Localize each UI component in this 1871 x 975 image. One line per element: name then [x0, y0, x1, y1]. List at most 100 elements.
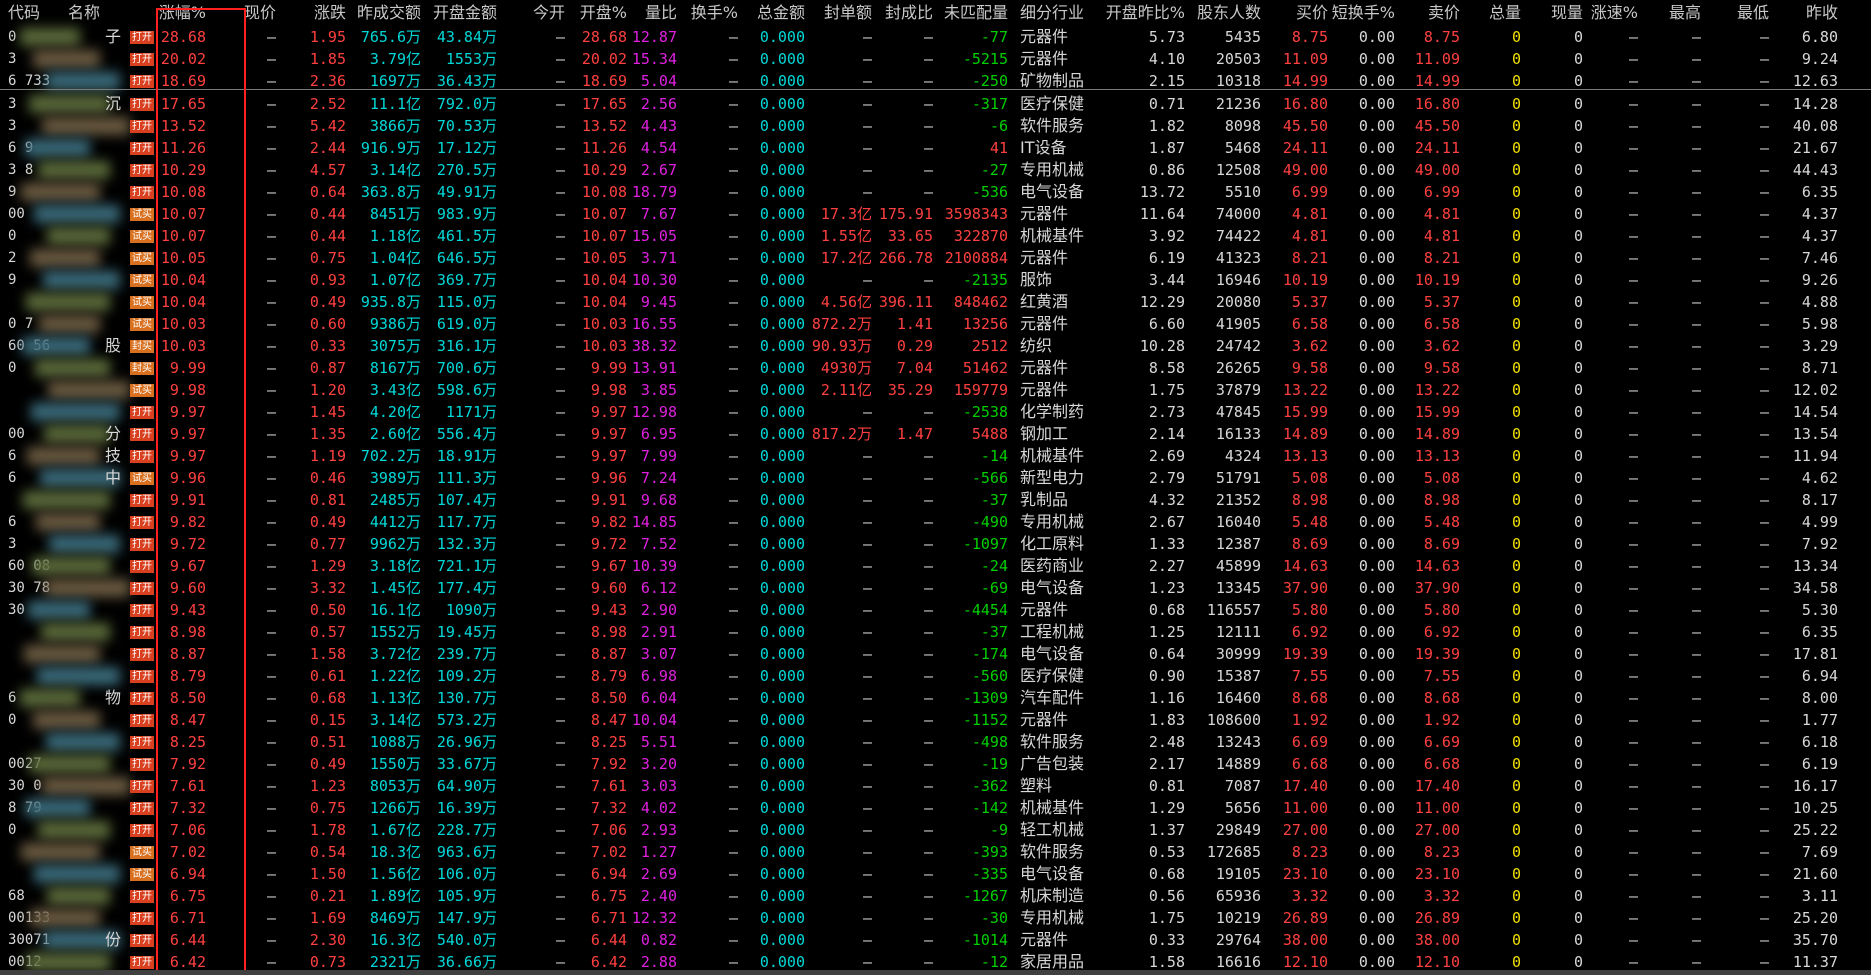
- column-header[interactable]: 短换手%: [1332, 3, 1395, 23]
- table-row[interactable]: 00 分打开 9.97–1.35 2.60亿 556.4万 –9.97 6.95–0.000…: [0, 423, 1871, 445]
- table-row[interactable]: 30 打开 9.43–0.50 16.1亿 1090万 –9.43 2.90–0.000– –…: [0, 599, 1871, 621]
- column-header[interactable]: 总量: [1489, 3, 1521, 23]
- table-row[interactable]: 打开 8.98–0.57 1552万 19.45万 –8.98 2.91–0.000– – -…: [0, 621, 1871, 643]
- cell-holders: 45899: [1215, 557, 1261, 575]
- column-header[interactable]: 昨收: [1806, 3, 1838, 23]
- column-header[interactable]: 最高: [1669, 3, 1701, 23]
- cell-dash: –: [1628, 689, 1638, 707]
- column-header[interactable]: 未匹配量: [944, 3, 1008, 23]
- cell-bid: 8.69: [1291, 535, 1328, 553]
- cell-dash: –: [1691, 447, 1701, 465]
- column-header[interactable]: 封单额: [824, 3, 872, 23]
- cell-industry: 红黄酒: [1020, 292, 1069, 311]
- column-header[interactable]: 卖价: [1428, 3, 1460, 23]
- table-row[interactable]: 0 试买 10.07–0.44 1.18亿 461.5万 –10.07 15.05–0.00…: [0, 225, 1871, 247]
- table-row[interactable]: 试买 7.02–0.54 18.3亿 963.6万 –7.02 1.27–0.000– – -…: [0, 841, 1871, 863]
- table-row[interactable]: 0 打开 8.47–0.15 3.14亿 573.2万 –8.47 10.04–0.000–…: [0, 709, 1871, 731]
- column-header[interactable]: 涨速%: [1591, 3, 1638, 23]
- column-header[interactable]: 代码: [8, 3, 40, 23]
- table-row[interactable]: 6 技打开 9.97–1.19 702.2万 18.91万 –9.97 7.99–0.000…: [0, 445, 1871, 467]
- table-row[interactable]: 打开 8.87–1.58 3.72亿 239.7万 –8.87 3.07–0.000– – -…: [0, 643, 1871, 665]
- table-row[interactable]: 3 沉打开 17.65–2.52 11.1亿 792.0万 –17.65 2.56–0.00…: [0, 93, 1871, 115]
- table-row[interactable]: 30071 份打开 6.44–2.30 16.3亿 540.0万 –6.44 0.82–0.…: [0, 929, 1871, 951]
- table-row[interactable]: 3 打开 9.72–0.77 9962万 132.3万 –9.72 7.52–0.000– –…: [0, 533, 1871, 555]
- column-header[interactable]: 量比: [645, 3, 677, 23]
- bottom-tab-bar[interactable]: [0, 970, 1871, 975]
- table-row[interactable]: 30 0 打开 7.61–1.23 8053万 64.90万 –7.61 3.03–0.00…: [0, 775, 1871, 797]
- column-header[interactable]: 开盘昨比%: [1106, 3, 1185, 23]
- cell-dash: –: [555, 623, 565, 641]
- table-row[interactable]: 打开 8.25–0.51 1088万 26.96万 –8.25 5.51–0.000– – -…: [0, 731, 1871, 753]
- cell-shortTurn: 0.00: [1358, 557, 1395, 575]
- table-row[interactable]: 60 08 打开 9.67–1.29 3.18亿 721.1万 –9.67 10.39–0.…: [0, 555, 1871, 577]
- cell-openVs: 1.75: [1148, 909, 1185, 927]
- cell-curVol: 0: [1573, 183, 1583, 201]
- cell-totalVol: 0: [1511, 293, 1521, 311]
- cell-openVs: 11.64: [1139, 205, 1185, 223]
- column-header[interactable]: 现价: [244, 3, 276, 23]
- masked-name: [32, 557, 110, 575]
- table-row[interactable]: 6 物打开 8.50–0.68 1.13亿 130.7万 –8.50 6.04–0.000–…: [0, 687, 1871, 709]
- table-row[interactable]: 打开 9.97–1.45 4.20亿 1171万 –9.97 12.98–0.000– – -…: [0, 401, 1871, 423]
- column-header[interactable]: 细分行业: [1020, 3, 1084, 23]
- table-row[interactable]: 打开 8.79–0.61 1.22亿 109.2万 –8.79 6.98–0.000– – -…: [0, 665, 1871, 687]
- cell-volRatio: 7.67: [640, 205, 677, 223]
- table-row[interactable]: 30 78 打开 9.60–3.32 1.45亿 177.4万 –9.60 6.12–0.0…: [0, 577, 1871, 599]
- cell-total: 0.000: [759, 865, 805, 883]
- table-row[interactable]: 00133打开6.71–1.698469万147.9万–6.7112.32–0.…: [0, 907, 1871, 929]
- cell-dash: –: [728, 557, 738, 575]
- table-row[interactable]: 试买 10.04–0.49 935.8万 115.0万 –10.04 9.45–0.000…: [0, 291, 1871, 313]
- column-header[interactable]: 现量: [1551, 3, 1583, 23]
- table-row[interactable]: 9 试买 10.04–0.93 1.07亿 369.7万 –10.04 10.30–0.00…: [0, 269, 1871, 291]
- table-row[interactable]: 3 打开 13.52–5.42 3866万 70.53万 –13.52 4.43–0.000…: [0, 115, 1871, 137]
- table-row[interactable]: 试买 9.98–1.20 3.43亿 598.6万 –9.98 3.85–0.000 2.1…: [0, 379, 1871, 401]
- table-row[interactable]: 0027 打开 7.92–0.49 1550万 33.67万 –7.92 3.20–0.00…: [0, 753, 1871, 775]
- column-header[interactable]: 昨成交额: [357, 3, 421, 23]
- table-row[interactable]: 00 试买 10.07–0.44 8451万 983.9万 –10.07 7.67–0.00…: [0, 203, 1871, 225]
- column-header[interactable]: 开盘%: [580, 3, 627, 23]
- column-header[interactable]: 股东人数: [1197, 3, 1261, 23]
- cell-openAmt: 49.91万: [436, 183, 497, 201]
- cell-dash: –: [728, 359, 738, 377]
- column-header[interactable]: 买价: [1296, 3, 1328, 23]
- table-row[interactable]: 打开 9.91–0.81 2485万 107.4万 –9.91 9.68–0.000– – -…: [0, 489, 1871, 511]
- table-row[interactable]: 60 56股封买10.03–0.333075万316.1万–10.0338.32…: [0, 335, 1871, 357]
- table-row[interactable]: 0 封买 9.99–0.87 8167万 700.6万 –9.99 13.91–0.000 4…: [0, 357, 1871, 379]
- cell-holders: 4324: [1224, 447, 1261, 465]
- column-header[interactable]: 名称: [68, 3, 100, 23]
- cell-holders: 16460: [1215, 689, 1261, 707]
- table-row[interactable]: 3 打开 20.02–1.85 3.79亿 1553万 –20.02 15.34–0.000…: [0, 48, 1871, 70]
- table-row[interactable]: 0 7 试买 10.03–0.60 9386万 619.0万 –10.03 16.55–0.…: [0, 313, 1871, 335]
- column-header[interactable]: 最低: [1737, 3, 1769, 23]
- table-row[interactable]: 8 79打开7.32–0.751266万16.39万–7.324.02–0.00…: [0, 797, 1871, 819]
- stock-name-fragment: 物: [105, 688, 122, 707]
- column-header[interactable]: 今开: [533, 3, 565, 23]
- column-header[interactable]: 换手%: [691, 3, 738, 23]
- column-header[interactable]: 总金额: [757, 3, 805, 23]
- table-row[interactable]: 3 8 打开 10.29–4.57 3.14亿 270.5万 –10.29 2.67–0.0…: [0, 159, 1871, 181]
- cell-dash: –: [266, 777, 276, 795]
- cell-holders: 41323: [1215, 249, 1261, 267]
- cell-volRatio: 7.52: [640, 535, 677, 553]
- table-row[interactable]: 6 中试买 9.96–0.46 3989万 111.3万 –9.96 7.24–0.000–…: [0, 467, 1871, 489]
- cell-dash: –: [728, 887, 738, 905]
- cell-ask: 4.81: [1423, 205, 1460, 223]
- cell-openVs: 8.58: [1148, 359, 1185, 377]
- table-row[interactable]: 6 打开 9.82–0.49 4412万 117.7万 –9.82 14.85–0.000–…: [0, 511, 1871, 533]
- table-row[interactable]: 68 打开 6.75–0.21 1.89亿 105.9万 –6.75 2.40–0.000–…: [0, 885, 1871, 907]
- column-header[interactable]: 封成比: [885, 3, 933, 23]
- table-row[interactable]: 0 子打开 28.68–1.95 765.6万 43.84万 –28.68 12.87–0.…: [0, 26, 1871, 48]
- table-row[interactable]: 2 试买 10.05–0.75 1.04亿 646.5万 –10.05 3.71–0.000…: [0, 247, 1871, 269]
- column-header[interactable]: 涨跌: [314, 3, 346, 23]
- table-row[interactable]: 0 打开 7.06–1.78 1.67亿 228.7万 –7.06 2.93–0.000– –…: [0, 819, 1871, 841]
- status-tag: 试买: [130, 868, 154, 881]
- cell-chg: 1.69: [309, 909, 346, 927]
- table-row[interactable]: 试买 6.94–1.50 1.56亿 106.0万 –6.94 2.69–0.000– – -…: [0, 863, 1871, 885]
- cell-shortTurn: 0.00: [1358, 425, 1395, 443]
- table-row[interactable]: 6 9 打开 11.26–2.44 916.9万 17.12万 –11.26 4.54–0.…: [0, 137, 1871, 159]
- cell-total: 0.000: [759, 381, 805, 399]
- column-header[interactable]: 开盘金额: [433, 3, 497, 23]
- cell-openAmt: 115.0万: [436, 293, 497, 311]
- table-row[interactable]: 9 打开 10.08–0.64 363.8万 49.91万 –10.08 18.79–0.0…: [0, 181, 1871, 203]
- cell-prevAmt: 3.18亿: [369, 557, 421, 575]
